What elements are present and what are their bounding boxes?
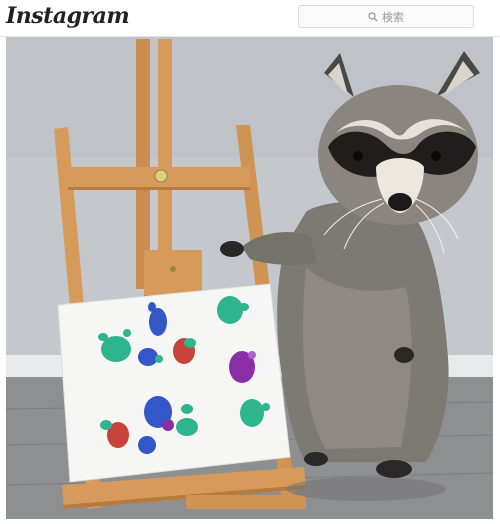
instagram-logo[interactable]: Instagram	[6, 3, 130, 29]
search-icon	[368, 11, 378, 22]
post-image	[6, 37, 493, 519]
top-bar: Instagram 検索	[0, 0, 500, 37]
search-box[interactable]: 検索	[298, 5, 474, 28]
search-placeholder: 検索	[382, 11, 404, 24]
